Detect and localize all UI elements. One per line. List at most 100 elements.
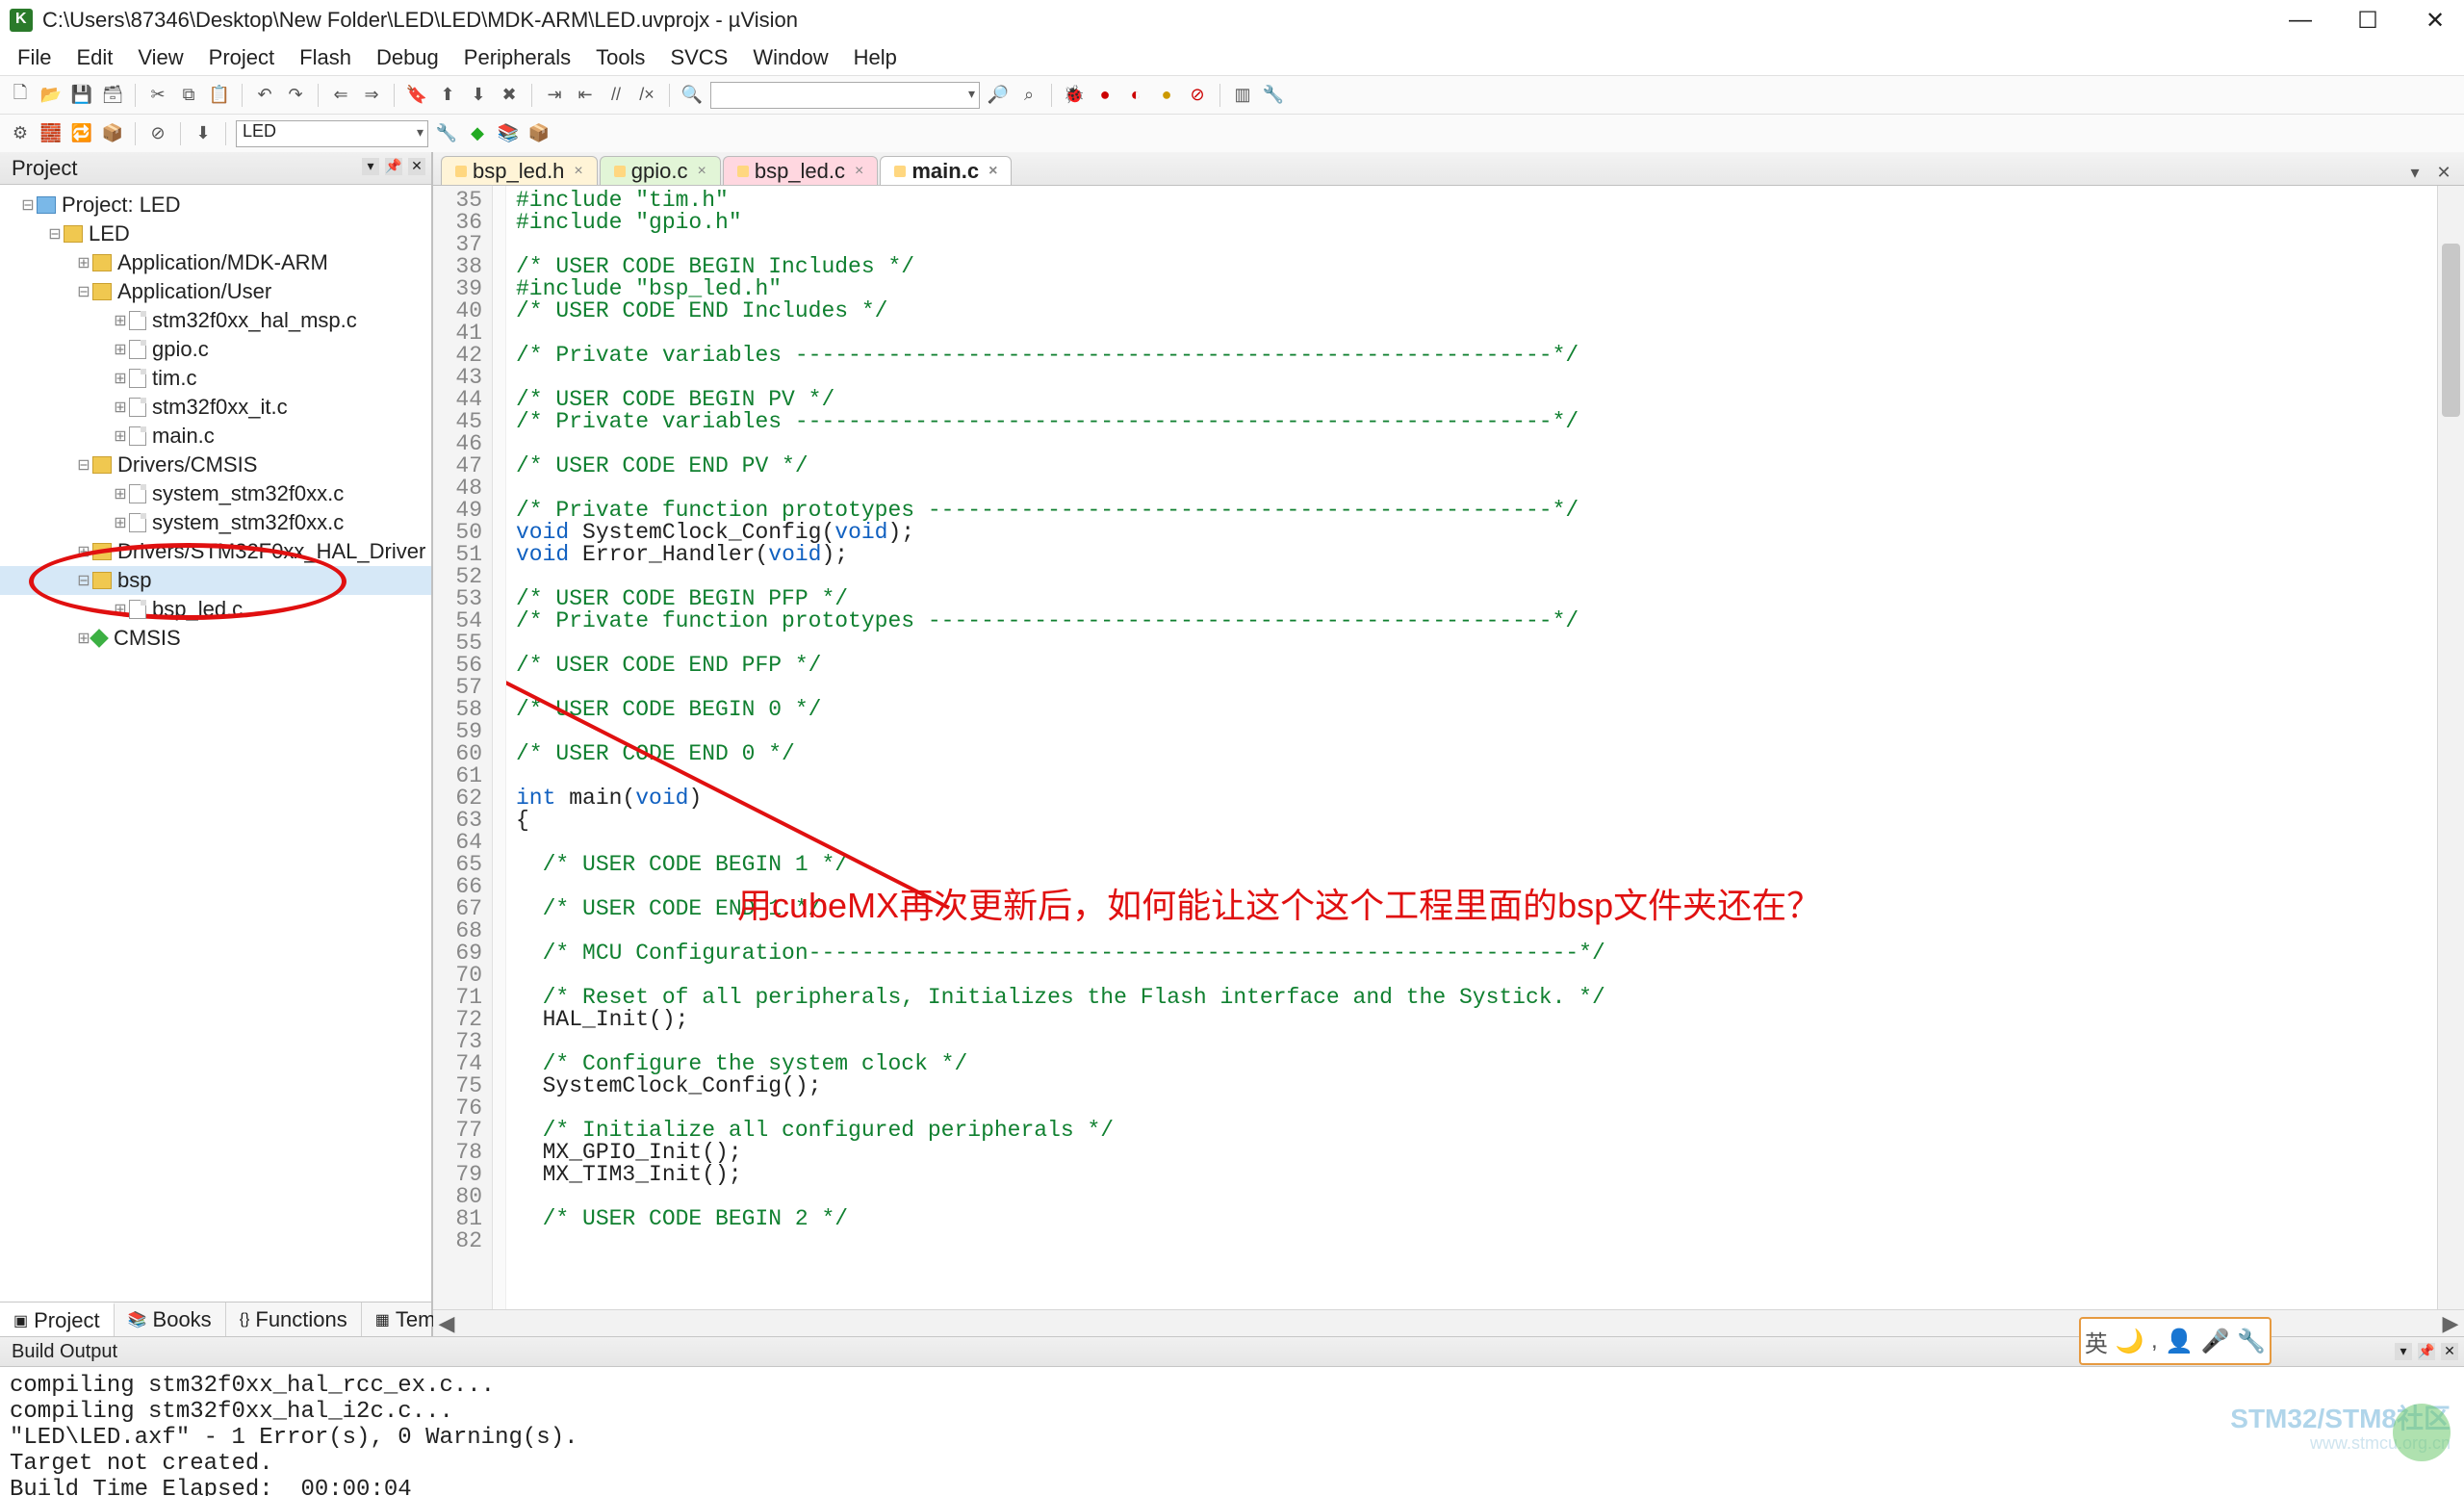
menu-tools[interactable]: Tools [586, 43, 654, 72]
breakpoint-kill-icon[interactable]: ⊘ [1185, 83, 1210, 108]
ime-item-4[interactable]: 🎤 [2201, 1328, 2230, 1355]
bookmark-icon[interactable]: 🔖 [404, 83, 429, 108]
stop-build-icon[interactable]: ⊘ [145, 121, 170, 146]
ime-item-5[interactable]: 🔧 [2237, 1328, 2266, 1355]
target-options-icon[interactable]: 🔧 [434, 121, 459, 146]
breakpoint-toggle-icon[interactable]: ◐ [1123, 83, 1148, 108]
project-tree[interactable]: ⊟Project: LED⊟LED⊞Application/MDK-ARM⊟Ap… [0, 185, 431, 1302]
tree-group-4[interactable]: ⊟bsp [0, 566, 431, 595]
close-tab-icon[interactable]: × [855, 163, 863, 180]
ime-item-0[interactable]: 英 [2085, 1325, 2108, 1358]
translate-icon[interactable]: ⚙ [8, 121, 33, 146]
ime-item-3[interactable]: 👤 [2165, 1328, 2194, 1355]
tree-file-1-2[interactable]: ⊞tim.c [0, 364, 431, 393]
menu-svcs[interactable]: SVCS [660, 43, 737, 72]
build-output[interactable]: compiling stm32f0xx_hal_rcc_ex.c... comp… [0, 1367, 2464, 1496]
ime-item-1[interactable]: 🌙 [2115, 1328, 2143, 1355]
editor-tab-gpio-c[interactable]: gpio.c× [600, 156, 721, 185]
build-panel-pin-icon[interactable]: 📌 [2418, 1343, 2435, 1360]
undo-icon[interactable]: ↶ [252, 83, 277, 108]
tree-group-5[interactable]: ⊞CMSIS [0, 624, 431, 653]
save-icon[interactable]: 💾 [69, 83, 94, 108]
editor-tab-main-c[interactable]: main.c× [880, 156, 1012, 185]
breakpoint-disable-icon[interactable]: ● [1154, 83, 1179, 108]
project-tab-functions[interactable]: {}Functions [226, 1303, 362, 1336]
editor-tab-bsp_led-c[interactable]: bsp_led.c× [723, 156, 879, 185]
fold-margin[interactable] [493, 186, 506, 1309]
close-tab-icon[interactable]: × [697, 163, 706, 180]
incremental-find-icon[interactable]: ⌕ [1016, 83, 1041, 108]
build-panel-menu-icon[interactable]: ▾ [2395, 1343, 2412, 1360]
menu-flash[interactable]: Flash [290, 43, 361, 72]
panel-close-icon[interactable]: ✕ [408, 158, 425, 175]
menu-edit[interactable]: Edit [66, 43, 122, 72]
save-all-icon[interactable]: 🗃 [100, 83, 125, 108]
tree-file-4-0[interactable]: ⊞bsp_led.c [0, 595, 431, 624]
close-tab-icon[interactable]: × [988, 163, 997, 180]
menu-debug[interactable]: Debug [367, 43, 449, 72]
download-icon[interactable]: ⬇ [191, 121, 216, 146]
breakpoint-icon[interactable]: ● [1092, 83, 1117, 108]
tree-file-1-3[interactable]: ⊞stm32f0xx_it.c [0, 393, 431, 422]
tree-project-root[interactable]: ⊟Project: LED [0, 191, 431, 219]
close-button[interactable]: ✕ [2416, 7, 2454, 35]
project-tab-project[interactable]: ▣Project [0, 1303, 115, 1336]
config-icon[interactable]: 🔧 [1261, 83, 1286, 108]
menu-file[interactable]: File [8, 43, 61, 72]
tree-group-0[interactable]: ⊞Application/MDK-ARM [0, 248, 431, 277]
ime-item-2[interactable]: , [2151, 1328, 2158, 1354]
editor-tab-bsp_led-h[interactable]: bsp_led.h× [441, 156, 598, 185]
uncomment-icon[interactable]: /× [634, 83, 659, 108]
bookmark-next-icon[interactable]: ⬇ [466, 83, 491, 108]
menu-peripherals[interactable]: Peripherals [454, 43, 580, 72]
rebuild-icon[interactable]: 🔁 [69, 121, 94, 146]
build-icon[interactable]: 🧱 [38, 121, 64, 146]
panel-pin-icon[interactable]: 📌 [385, 158, 402, 175]
copy-icon[interactable]: ⧉ [176, 83, 201, 108]
bookmark-prev-icon[interactable]: ⬆ [435, 83, 460, 108]
find-files-icon[interactable]: 🔎 [986, 83, 1011, 108]
editor-vscrollbar[interactable] [2437, 186, 2464, 1309]
target-select[interactable]: LED [236, 120, 428, 147]
close-tab-icon[interactable]: × [574, 163, 582, 180]
tab-menu-icon[interactable]: ▾ [2402, 160, 2427, 185]
tree-file-1-4[interactable]: ⊞main.c [0, 422, 431, 451]
tree-target[interactable]: ⊟LED [0, 219, 431, 248]
open-file-icon[interactable]: 📂 [38, 83, 64, 108]
menu-project[interactable]: Project [199, 43, 284, 72]
maximize-button[interactable]: ☐ [2348, 7, 2387, 35]
outdent-icon[interactable]: ⇤ [573, 83, 598, 108]
code-editor[interactable]: #include "tim.h" #include "gpio.h" /* US… [506, 186, 2437, 1309]
ime-toolbar[interactable]: 英 🌙, 👤 🎤 🔧 [2079, 1317, 2272, 1365]
panel-menu-icon[interactable]: ▾ [362, 158, 379, 175]
menu-help[interactable]: Help [844, 43, 907, 72]
menu-view[interactable]: View [128, 43, 192, 72]
pack-installer-icon[interactable]: 📦 [526, 121, 552, 146]
menu-window[interactable]: Window [743, 43, 837, 72]
manage-rte-icon[interactable]: ◆ [465, 121, 490, 146]
tree-group-1[interactable]: ⊟Application/User [0, 277, 431, 306]
tree-group-3[interactable]: ⊞Drivers/STM32F0xx_HAL_Driver [0, 537, 431, 566]
tab-close-icon[interactable]: ✕ [2431, 160, 2456, 185]
comment-icon[interactable]: // [603, 83, 629, 108]
project-tab-books[interactable]: 📚Books [115, 1303, 226, 1336]
cut-icon[interactable]: ✂ [145, 83, 170, 108]
nav-fwd-icon[interactable]: ⇒ [359, 83, 384, 108]
tree-file-2-1[interactable]: ⊞system_stm32f0xx.c [0, 508, 431, 537]
indent-icon[interactable]: ⇥ [542, 83, 567, 108]
tree-file-1-1[interactable]: ⊞gpio.c [0, 335, 431, 364]
find-combo[interactable] [710, 82, 980, 109]
nav-back-icon[interactable]: ⇐ [328, 83, 353, 108]
tree-file-2-0[interactable]: ⊞system_stm32f0xx.c [0, 479, 431, 508]
tree-file-1-0[interactable]: ⊞stm32f0xx_hal_msp.c [0, 306, 431, 335]
tree-group-2[interactable]: ⊟Drivers/CMSIS [0, 451, 431, 479]
batch-build-icon[interactable]: 📦 [100, 121, 125, 146]
build-panel-close-icon[interactable]: ✕ [2441, 1343, 2458, 1360]
find-icon[interactable]: 🔍 [680, 83, 705, 108]
debug-icon[interactable]: 🐞 [1062, 83, 1087, 108]
books-icon[interactable]: 📚 [496, 121, 521, 146]
paste-icon[interactable]: 📋 [207, 83, 232, 108]
window-layout-icon[interactable]: ▥ [1230, 83, 1255, 108]
bookmark-clear-icon[interactable]: ✖ [497, 83, 522, 108]
minimize-button[interactable]: — [2281, 7, 2320, 34]
